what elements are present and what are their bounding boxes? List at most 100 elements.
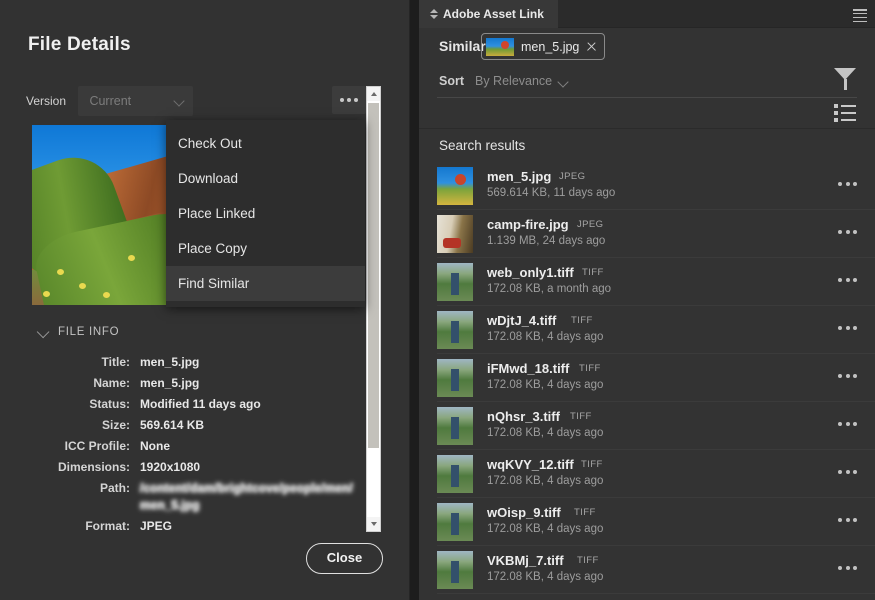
file-info-section-header[interactable]: FILE INFO: [36, 325, 120, 339]
list-view-icon[interactable]: [834, 104, 856, 122]
result-name: wDjtJ_4.tiff: [487, 313, 557, 328]
file-info-label: FILE INFO: [58, 326, 120, 338]
drag-handle-icon: [429, 9, 438, 19]
more-options-button[interactable]: [332, 86, 366, 114]
chip-thumbnail: [486, 37, 514, 56]
result-thumbnail: [437, 167, 473, 205]
info-key: Title:: [101, 355, 130, 369]
file-details-dialog: File Details Version Current Check Out D…: [0, 0, 410, 600]
result-type: TIFF: [574, 507, 596, 518]
page-title: File Details: [28, 34, 131, 55]
info-key: ICC Profile:: [64, 439, 130, 453]
list-item[interactable]: camp-fire.jpg JPEG 1.139 MB, 24 days ago: [419, 210, 875, 258]
list-item[interactable]: wOisp_9.tiff TIFF 172.08 KB, 4 days ago: [419, 498, 875, 546]
version-select[interactable]: Current: [78, 86, 194, 116]
version-label: Version: [26, 94, 67, 108]
result-meta: 172.08 KB, 4 days ago: [487, 331, 604, 343]
result-more-icon[interactable]: [838, 470, 857, 474]
result-type: TIFF: [570, 411, 592, 422]
result-type: TIFF: [571, 315, 593, 326]
result-name: VKBMj_7.tiff: [487, 553, 564, 568]
result-more-icon[interactable]: [838, 422, 857, 426]
result-type: TIFF: [577, 555, 599, 566]
info-value: men_5.jpg: [140, 376, 200, 390]
scroll-up-arrow-icon[interactable]: [367, 87, 380, 101]
result-name: wOisp_9.tiff: [487, 505, 561, 520]
info-row-size: Size: 569.614 KB: [20, 417, 360, 434]
search-results-title: Search results: [439, 138, 526, 153]
menu-item-check-out[interactable]: Check Out: [166, 126, 365, 161]
file-details-scrollbar[interactable]: [366, 86, 381, 532]
result-thumbnail: [437, 311, 473, 349]
scrollbar-thumb[interactable]: [368, 103, 379, 448]
menu-item-find-similar[interactable]: Find Similar: [166, 266, 365, 301]
info-row-status: Status: Modified 11 days ago: [20, 396, 360, 413]
asset-preview-image: [32, 125, 169, 305]
menu-item-place-linked[interactable]: Place Linked: [166, 196, 365, 231]
list-item[interactable]: wqKVY_12.tiff TIFF 172.08 KB, 4 days ago: [419, 450, 875, 498]
sort-select-value[interactable]: By Relevance: [475, 74, 552, 88]
result-thumbnail: [437, 359, 473, 397]
result-name: nQhsr_3.tiff: [487, 409, 560, 424]
similar-asset-chip[interactable]: men_5.jpg: [481, 33, 606, 60]
result-name: wqKVY_12.tiff: [487, 457, 574, 472]
scroll-down-arrow-icon[interactable]: [367, 517, 380, 531]
result-more-icon[interactable]: [838, 182, 857, 186]
search-results-list[interactable]: men_5.jpg JPEG 569.614 KB, 11 days ago c…: [419, 162, 875, 600]
list-item[interactable]: VKBMj_7.tiff TIFF 172.08 KB, 4 days ago: [419, 546, 875, 594]
similar-row: Similar men_5.jpg: [419, 28, 875, 66]
list-item[interactable]: web_only1.tiff TIFF 172.08 KB, a month a…: [419, 258, 875, 306]
info-value: Modified 11 days ago: [140, 397, 261, 411]
result-thumbnail: [437, 263, 473, 301]
result-thumbnail: [437, 503, 473, 541]
result-thumbnail: [437, 551, 473, 589]
result-more-icon[interactable]: [838, 230, 857, 234]
list-item[interactable]: nQhsr_3.tiff TIFF 172.08 KB, 4 days ago: [419, 402, 875, 450]
result-name: camp-fire.jpg: [487, 217, 569, 232]
file-info-table: Title: men_5.jpg Name: men_5.jpg Status: Mo…: [20, 354, 360, 539]
result-meta: 172.08 KB, 4 days ago: [487, 523, 604, 535]
info-key: Name:: [93, 376, 130, 390]
result-type: TIFF: [581, 459, 603, 470]
chip-label: men_5.jpg: [521, 39, 580, 54]
chevron-down-icon[interactable]: [557, 76, 569, 88]
info-key: Size:: [101, 418, 130, 432]
menu-item-place-copy[interactable]: Place Copy: [166, 231, 365, 266]
result-meta: 172.08 KB, 4 days ago: [487, 475, 604, 487]
close-icon[interactable]: [586, 41, 597, 52]
divider: [419, 128, 875, 129]
version-row: Version Current: [26, 85, 376, 117]
info-key: Dimensions:: [57, 460, 130, 474]
chevron-down-icon: [173, 95, 186, 107]
result-meta: 1.139 MB, 24 days ago: [487, 235, 606, 247]
info-key: Status:: [89, 397, 130, 411]
result-name: men_5.jpg: [487, 169, 552, 184]
info-row-name: Name: men_5.jpg: [20, 375, 360, 392]
list-item[interactable]: wDjtJ_4.tiff TIFF 172.08 KB, 4 days ago: [419, 306, 875, 354]
sort-row: Sort By Relevance: [419, 66, 875, 98]
filter-icon[interactable]: [834, 68, 856, 92]
result-meta: 172.08 KB, a month ago: [487, 283, 612, 295]
app-window: File Details Version Current Check Out D…: [0, 0, 875, 600]
menu-item-download[interactable]: Download: [166, 161, 365, 196]
info-value: 569.614 KB: [140, 418, 205, 432]
result-more-icon[interactable]: [838, 326, 857, 330]
result-more-icon[interactable]: [838, 518, 857, 522]
result-more-icon[interactable]: [838, 374, 857, 378]
tab-adobe-asset-link[interactable]: Adobe Asset Link: [419, 0, 558, 28]
context-menu: Check Out Download Place Linked Place Co…: [166, 120, 365, 307]
sort-label: Sort: [439, 74, 464, 88]
info-value: JPEG: [140, 519, 173, 533]
list-item[interactable]: men_5.jpg JPEG 569.614 KB, 11 days ago: [419, 162, 875, 210]
result-more-icon[interactable]: [838, 566, 857, 570]
info-value: men_5.jpg: [140, 355, 200, 369]
info-value: 1920x1080: [140, 460, 201, 474]
panel-menu-icon[interactable]: [853, 9, 867, 23]
list-item[interactable]: iFMwd_18.tiff TIFF 172.08 KB, 4 days ago: [419, 354, 875, 402]
info-row-title: Title: men_5.jpg: [20, 354, 360, 371]
close-button[interactable]: Close: [306, 543, 383, 574]
info-row-dimensions: Dimensions: 1920x1080: [20, 459, 360, 476]
info-row-format: Format: JPEG: [20, 518, 360, 535]
result-more-icon[interactable]: [838, 278, 857, 282]
divider: [437, 97, 857, 98]
